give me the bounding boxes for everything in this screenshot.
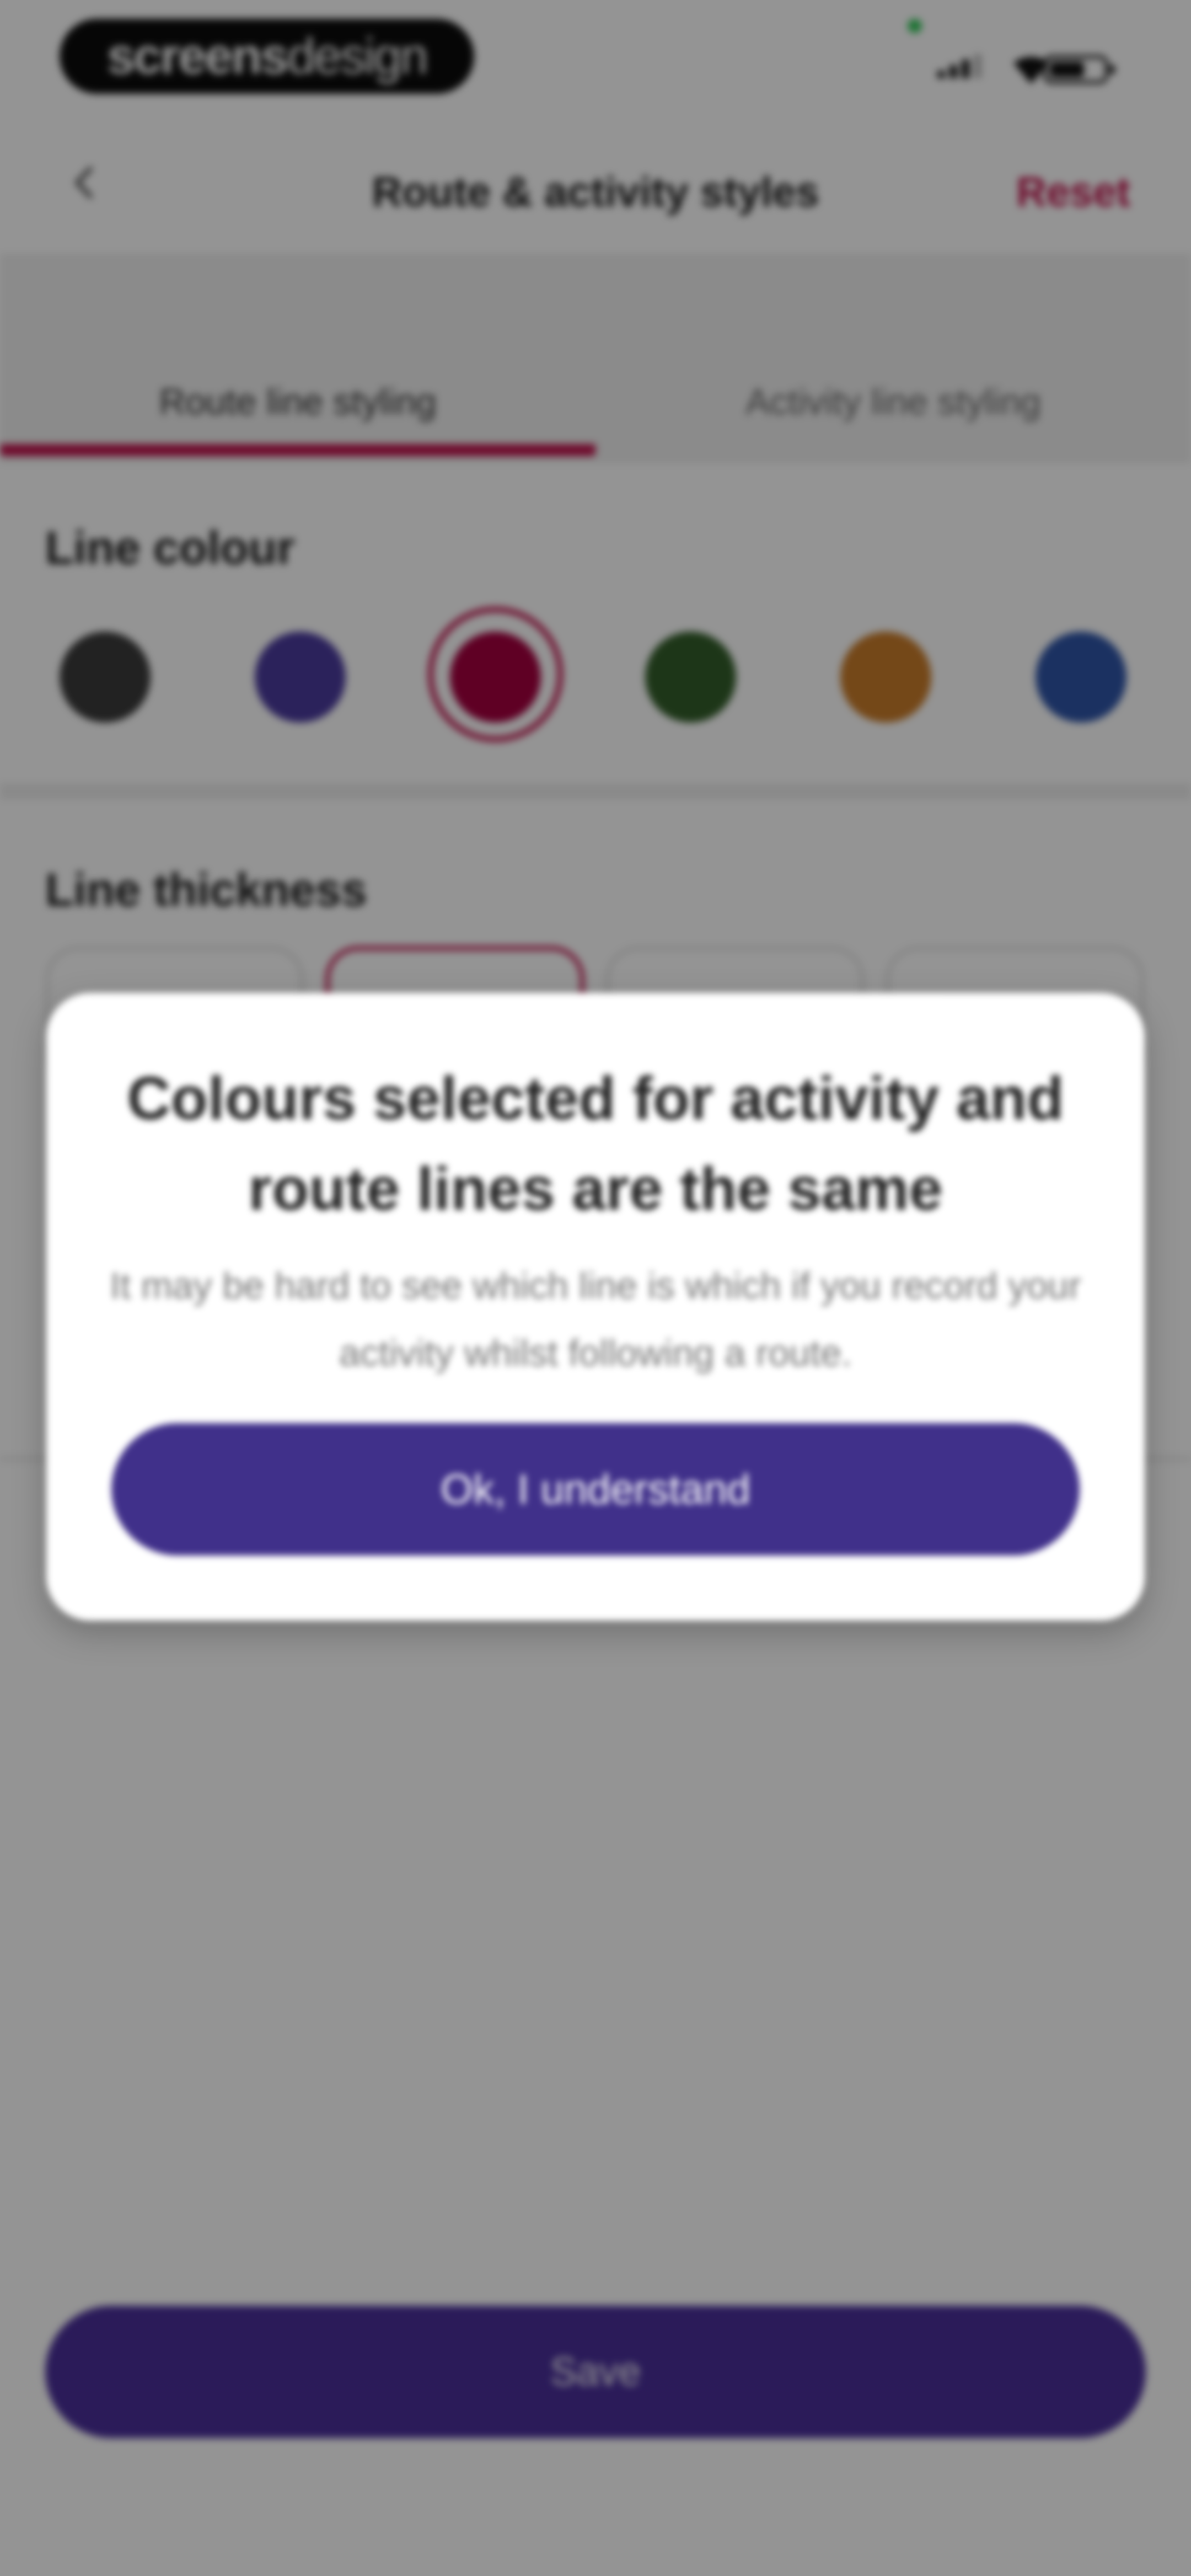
- dialog-title: Colours selected for activity and route …: [127, 1065, 1064, 1223]
- dialog-message: It may be hard to see which line is whic…: [110, 1265, 1081, 1374]
- ok-understand-button[interactable]: Ok, I understand: [111, 1423, 1080, 1556]
- same-colour-warning-dialog: Colours selected for activity and route …: [46, 993, 1145, 1621]
